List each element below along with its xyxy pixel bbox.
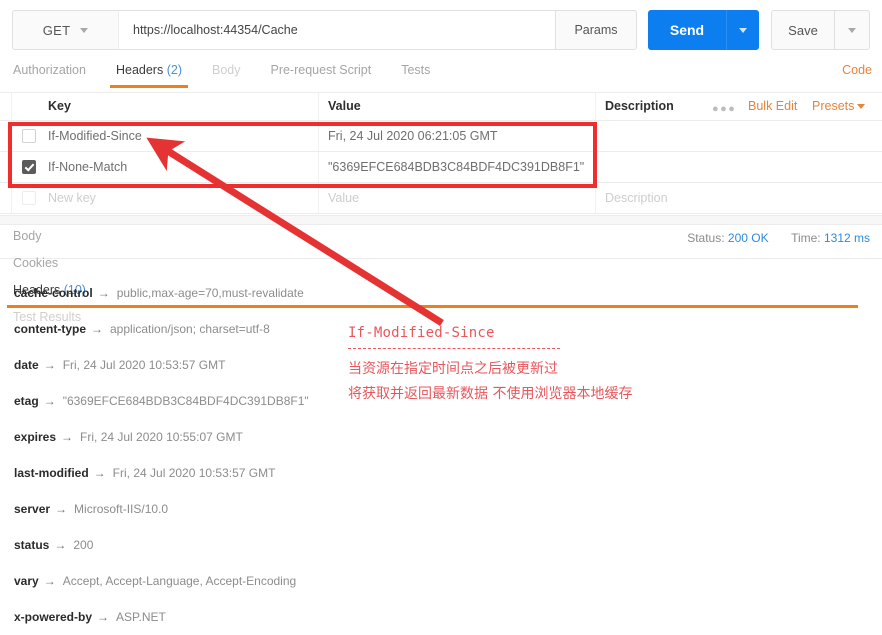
code-link[interactable]: Code [842,63,872,77]
response-header-value: Fri, 24 Jul 2020 10:53:57 GMT [112,466,276,480]
row-enable-checkbox[interactable] [22,191,36,205]
request-url-input[interactable]: https://localhost:44354/Cache [118,10,555,50]
send-button[interactable]: Send [648,10,726,50]
new-header-row[interactable]: New key Value Description [0,183,882,214]
response-header-name: server [14,502,51,516]
list-item: content-type → application/json; charset… [0,311,882,347]
column-header-key: Key [48,99,71,113]
response-header-name: last-modified [14,466,89,480]
arrow-right-icon: → [91,322,103,336]
response-header-value: Fri, 24 Jul 2020 10:53:57 GMT [62,358,226,372]
request-tab-strip: Authorization Headers (2) Body Pre-reque… [0,60,882,93]
tab-tests[interactable]: Tests [401,60,430,87]
response-header-name: content-type [14,322,86,336]
bulk-edit-button[interactable]: Bulk Edit [748,99,797,113]
new-header-value-input[interactable]: Value [328,191,359,205]
tab-request-headers-label: Headers [115,63,164,77]
arrow-right-icon: → [93,466,106,480]
response-header-name: etag [14,394,39,408]
response-header-value: Accept, Accept-Language, Accept-Encoding [62,574,297,588]
table-row[interactable]: If-None-Match "6369EFCE684BDB3C84BDF4DC3… [0,152,882,183]
tab-pre-request-script[interactable]: Pre-request Script [270,60,371,87]
response-header-name: date [14,358,39,372]
tab-body[interactable]: Body [212,60,241,87]
presets-label: Presets [812,99,855,113]
table-row[interactable]: If-Modified-Since Fri, 24 Jul 2020 06:21… [0,121,882,152]
arrow-right-icon: → [97,286,110,300]
arrow-right-icon: → [43,574,56,588]
request-headers-table-header: Key Value Description ●●● Bulk Edit Pres… [0,93,882,121]
row-enable-checkbox[interactable] [22,160,36,174]
new-header-key-input[interactable]: New key [48,191,96,205]
tab-request-headers-count: (2) [166,63,182,77]
save-options-button[interactable] [834,10,870,50]
response-header-name: x-powered-by [14,610,93,624]
header-key-cell[interactable]: If-Modified-Since [48,129,142,143]
ellipsis-icon[interactable]: ●●● [712,103,736,115]
request-url-text: https://localhost:44354/Cache [133,23,298,37]
pane-splitter[interactable] [0,215,882,225]
list-item: last-modified → Fri, 24 Jul 2020 10:53:5… [0,455,882,491]
send-options-button[interactable] [726,10,759,50]
chevron-down-icon [739,27,747,33]
list-item: expires → Fri, 24 Jul 2020 10:55:07 GMT [0,419,882,455]
response-header-value: "6369EFCE684BDB3C84BDF4DC391DB8F1" [62,394,309,408]
response-header-value: public,max-age=70,must-revalidate [116,286,304,300]
list-item: vary → Accept, Accept-Language, Accept-E… [0,563,882,599]
list-item: x-powered-by → ASP.NET [0,599,882,635]
arrow-right-icon: → [97,610,110,624]
arrow-right-icon: → [61,430,74,444]
save-button-group: Save [771,10,870,50]
http-method-selector[interactable]: GET [12,10,118,50]
response-header-name: status [14,538,50,552]
chevron-down-icon [857,104,866,110]
response-header-value: Fri, 24 Jul 2020 10:55:07 GMT [80,430,243,444]
send-button-group: Send [648,10,759,50]
column-header-value: Value [328,99,361,113]
header-value-cell[interactable]: "6369EFCE684BDB3C84BDF4DC391DB8F1" [328,160,584,174]
tab-authorization[interactable]: Authorization [13,60,86,87]
tab-request-headers[interactable]: Headers (2) [109,60,189,88]
params-button[interactable]: Params [555,10,637,50]
response-tab-strip: Body Cookies Headers (10) Test Results S… [0,226,882,324]
response-header-name: cache-control [14,286,93,300]
status-badge: 200 OK [727,231,769,245]
http-method-label: GET [42,22,71,38]
response-status-area: Status: 200 OK Time: 1312 ms [687,231,870,245]
arrow-right-icon: → [55,502,68,516]
status-label: Status: [687,231,725,245]
response-header-name: expires [14,430,57,444]
response-header-value: Microsoft-IIS/10.0 [74,502,169,516]
response-header-value: application/json; charset=utf-8 [110,322,270,336]
row-enable-checkbox[interactable] [22,129,36,143]
list-item: etag → "6369EFCE684BDB3C84BDF4DC391DB8F1… [0,383,882,419]
save-button[interactable]: Save [771,10,834,50]
list-item: cache-control → public,max-age=70,must-r… [0,275,882,311]
arrow-right-icon: → [54,538,67,552]
time-value: 1312 ms [823,231,870,245]
chevron-down-icon [848,27,856,33]
response-header-name: vary [14,574,39,588]
request-headers-table: Key Value Description ●●● Bulk Edit Pres… [0,93,882,214]
header-key-cell[interactable]: If-None-Match [48,160,127,174]
response-header-value: ASP.NET [116,610,166,624]
response-header-value: 200 [73,538,94,552]
presets-button[interactable]: Presets [812,99,866,113]
new-header-description-input[interactable]: Description [605,191,668,205]
time-label: Time: [791,231,821,245]
response-headers-list: cache-control → public,max-age=70,must-r… [0,275,882,635]
list-item: date → Fri, 24 Jul 2020 10:53:57 GMT [0,347,882,383]
column-header-description: Description [605,99,674,113]
list-item: status → 200 [0,527,882,563]
arrow-right-icon: → [43,394,56,408]
arrow-right-icon: → [43,358,56,372]
list-item: server → Microsoft-IIS/10.0 [0,491,882,527]
header-value-cell[interactable]: Fri, 24 Jul 2020 06:21:05 GMT [328,129,498,143]
request-url-bar: GET https://localhost:44354/Cache Params… [12,10,870,50]
chevron-down-icon [80,27,89,33]
